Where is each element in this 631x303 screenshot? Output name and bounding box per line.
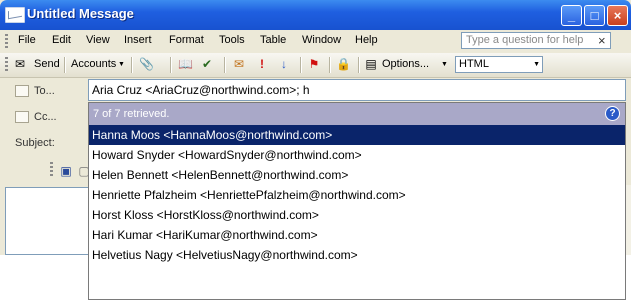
address-book-icon[interactable]: 📖 [178, 57, 193, 71]
menu-grip[interactable] [5, 34, 8, 48]
autocomplete-item[interactable]: Howard Snyder <HowardSnyder@northwind.co… [89, 145, 625, 165]
save-icon[interactable]: ▣ [59, 164, 73, 178]
minimize-button[interactable]: _ [561, 5, 582, 26]
importance-low-icon[interactable]: ↓ [277, 57, 291, 71]
help-icon[interactable]: ? [605, 106, 620, 121]
toolbar-grip[interactable] [5, 57, 8, 73]
menu-window[interactable]: Window [302, 34, 341, 46]
accounts-dropdown-icon[interactable]: ▼ [118, 61, 125, 68]
accounts-button[interactable]: Accounts [71, 58, 116, 70]
toolbar-separator [224, 57, 226, 73]
toolbar-separator [170, 57, 172, 73]
toolbar-separator [64, 57, 66, 73]
close-document-icon[interactable]: × [598, 33, 606, 48]
cc-book-icon[interactable] [15, 111, 29, 123]
check-names-icon[interactable]: ✔ [200, 57, 214, 71]
editor-toolbar-grip[interactable] [50, 162, 53, 178]
menu-view[interactable]: View [86, 34, 110, 46]
autocomplete-status: 7 of 7 retrieved. [93, 108, 170, 120]
to-button[interactable]: To... [34, 85, 55, 97]
envelope-icon [5, 7, 25, 23]
autocomplete-item[interactable]: Henriette Pfalzheim <HenriettePfalzheim@… [89, 185, 625, 205]
autocomplete-item[interactable]: Helen Bennett <HelenBennett@northwind.co… [89, 165, 625, 185]
to-book-icon[interactable] [15, 85, 29, 97]
message-body[interactable] [5, 187, 94, 255]
attach-file-icon[interactable]: 📎 [139, 57, 154, 71]
autocomplete-list: Hanna Moos <HannaMoos@northwind.com> How… [89, 125, 625, 265]
insert-item-icon[interactable]: ✉ [232, 57, 246, 71]
subject-label: Subject: [15, 137, 55, 149]
toolbar-separator [131, 57, 133, 73]
editor-toolbar: ▣ ▢ [50, 160, 90, 182]
to-input[interactable]: Aria Cruz <AriaCruz@northwind.com>; h [88, 79, 626, 101]
autocomplete-item[interactable]: Horst Kloss <HorstKloss@northwind.com> [89, 205, 625, 225]
title-bar: Untitled Message _ □ × [0, 0, 631, 30]
message-format-select[interactable]: HTML ▼ [455, 56, 543, 73]
options-icon: ▤ [365, 57, 377, 71]
autocomplete-item[interactable]: Hari Kumar <HariKumar@northwind.com> [89, 225, 625, 245]
help-question-input[interactable]: Type a question for help [461, 32, 611, 49]
message-format-value: HTML [459, 58, 489, 70]
autocomplete-dropdown: 7 of 7 retrieved. ? Hanna Moos <HannaMoo… [88, 102, 626, 300]
permission-icon[interactable]: 🔒 [336, 57, 351, 71]
toolbar-separator [358, 57, 360, 73]
importance-high-icon[interactable]: ! [255, 57, 269, 71]
autocomplete-status-bar: 7 of 7 retrieved. ? [89, 103, 625, 125]
standard-toolbar: ✉ Send Accounts ▼ 📎 📖 ✔ ✉ ! ↓ ⚑ 🔒 ▤ Opti… [0, 53, 631, 78]
menu-bar: File Edit View Insert Format Tools Table… [0, 30, 631, 52]
menu-insert[interactable]: Insert [124, 34, 152, 46]
cc-button[interactable]: Cc... [34, 111, 57, 123]
window-title: Untitled Message [27, 6, 134, 21]
close-button[interactable]: × [607, 5, 628, 26]
chevron-down-icon: ▼ [533, 61, 540, 68]
follow-up-flag-icon[interactable]: ⚑ [307, 57, 321, 71]
send-icon: ✉ [14, 57, 26, 71]
menu-edit[interactable]: Edit [52, 34, 71, 46]
options-button[interactable]: Options... [382, 58, 429, 70]
options-dropdown-icon[interactable]: ▼ [441, 61, 448, 68]
menu-table[interactable]: Table [260, 34, 286, 46]
send-button[interactable]: Send [34, 58, 60, 70]
maximize-button[interactable]: □ [584, 5, 605, 26]
toolbar-separator [300, 57, 302, 73]
menu-help[interactable]: Help [355, 34, 378, 46]
autocomplete-item[interactable]: Hanna Moos <HannaMoos@northwind.com> [89, 125, 625, 145]
toolbar-separator [329, 57, 331, 73]
menu-tools[interactable]: Tools [219, 34, 245, 46]
menu-format[interactable]: Format [169, 34, 204, 46]
menu-file[interactable]: File [18, 34, 36, 46]
autocomplete-item[interactable]: Helvetius Nagy <HelvetiusNagy@northwind.… [89, 245, 625, 265]
